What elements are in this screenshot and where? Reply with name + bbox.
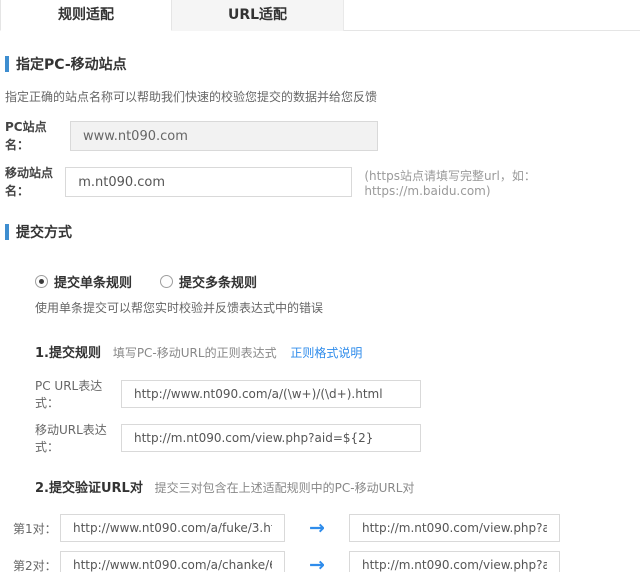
mobile-site-label: 移动站点名： — [5, 164, 65, 200]
pair-2-mobile-url-input[interactable] — [349, 551, 560, 572]
mobile-expr-label: 移动URL表达式： — [35, 421, 121, 455]
url-pair-row-2: 第2对： → — [13, 551, 640, 572]
radio-multi-rule-label: 提交多条规则 — [179, 272, 257, 291]
arrow-right-icon: → — [285, 517, 349, 539]
arrow-right-icon: → — [285, 554, 349, 572]
section-title-site: 指定PC-移动站点 — [5, 54, 640, 74]
mobile-site-input[interactable] — [65, 167, 352, 197]
section-title-site-text: 指定PC-移动站点 — [16, 54, 127, 74]
rule-step-title: 1.提交规则 — [35, 346, 101, 361]
pc-site-input[interactable] — [70, 121, 378, 151]
pair-2-label: 第2对： — [13, 557, 60, 572]
tab-rule-adaptation[interactable]: 规则适配 — [0, 0, 172, 31]
pc-expr-row: PC URL表达式： — [35, 377, 640, 411]
url-pair-row-1: 第1对： → — [13, 514, 640, 542]
verify-step-desc: 提交三对包含在上述适配规则中的PC-移动URL对 — [155, 481, 415, 495]
section-title-submit-text: 提交方式 — [16, 222, 72, 242]
section-accent-bar — [5, 56, 9, 72]
pair-1-mobile-url-input[interactable] — [349, 514, 560, 542]
tab-bar: 规则适配 URL适配 — [0, 0, 640, 31]
submit-mode-radio-group: 提交单条规则 提交多条规则 — [35, 272, 640, 291]
verify-step-title: 2.提交验证URL对 — [35, 481, 143, 496]
pc-url-expression-input[interactable] — [121, 380, 421, 408]
mobile-site-row: 移动站点名： (https站点请填写完整url，如：https://m.baid… — [5, 164, 640, 200]
section-title-submit: 提交方式 — [5, 222, 640, 242]
pc-expr-label: PC URL表达式： — [35, 377, 121, 411]
section-accent-bar — [5, 224, 9, 240]
mobile-site-hint: (https站点请填写完整url，如：https://m.baidu.com) — [364, 167, 640, 198]
regex-format-help-link[interactable]: 正则格式说明 — [290, 346, 362, 360]
pair-1-pc-url-input[interactable] — [60, 514, 285, 542]
radio-single-rule-label: 提交单条规则 — [54, 272, 132, 291]
radio-multi-rule[interactable]: 提交多条规则 — [160, 272, 257, 291]
pair-2-pc-url-input[interactable] — [60, 551, 285, 572]
single-submit-hint: 使用单条提交可以帮您实时校验并反馈表达式中的错误 — [35, 299, 640, 316]
tab-url-adaptation[interactable]: URL适配 — [172, 0, 344, 31]
radio-single-rule[interactable]: 提交单条规则 — [35, 272, 132, 291]
pc-site-label: PC站点名： — [5, 118, 70, 154]
url-pair-list: 第1对： → 第2对： → 第3对： → — [5, 514, 640, 572]
verify-step-header: 2.提交验证URL对 提交三对包含在上述适配规则中的PC-移动URL对 — [35, 477, 640, 496]
rule-step-header: 1.提交规则 填写PC-移动URL的正则表达式 正则格式说明 — [35, 342, 640, 361]
pair-1-label: 第1对： — [13, 520, 60, 537]
rule-step-desc: 填写PC-移动URL的正则表达式 — [113, 346, 277, 360]
pc-site-row: PC站点名： — [5, 118, 640, 154]
mobile-url-expression-input[interactable] — [121, 424, 421, 452]
radio-multi-rule-circle[interactable] — [160, 275, 173, 288]
site-section-description: 指定正确的站点名称可以帮助我们快速的校验您提交的数据并给您反馈 — [5, 88, 640, 105]
mobile-expr-row: 移动URL表达式： — [35, 421, 640, 455]
radio-single-rule-circle[interactable] — [35, 275, 48, 288]
